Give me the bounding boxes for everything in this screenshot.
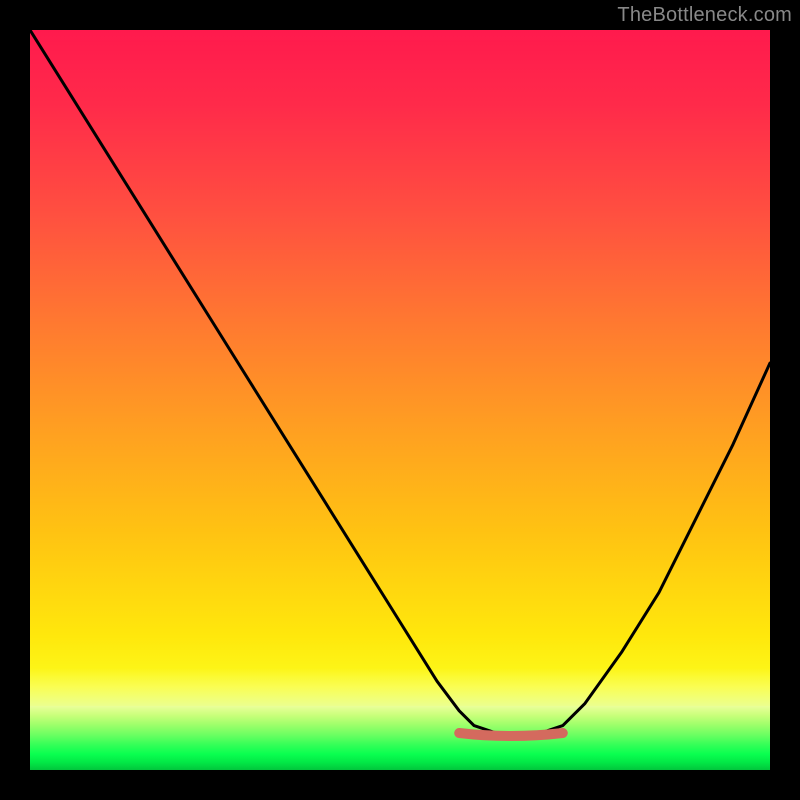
watermark-text: TheBottleneck.com xyxy=(617,4,792,27)
plot-area xyxy=(30,30,770,770)
chart-frame: TheBottleneck.com xyxy=(0,0,800,800)
bottleneck-curve xyxy=(30,30,770,770)
